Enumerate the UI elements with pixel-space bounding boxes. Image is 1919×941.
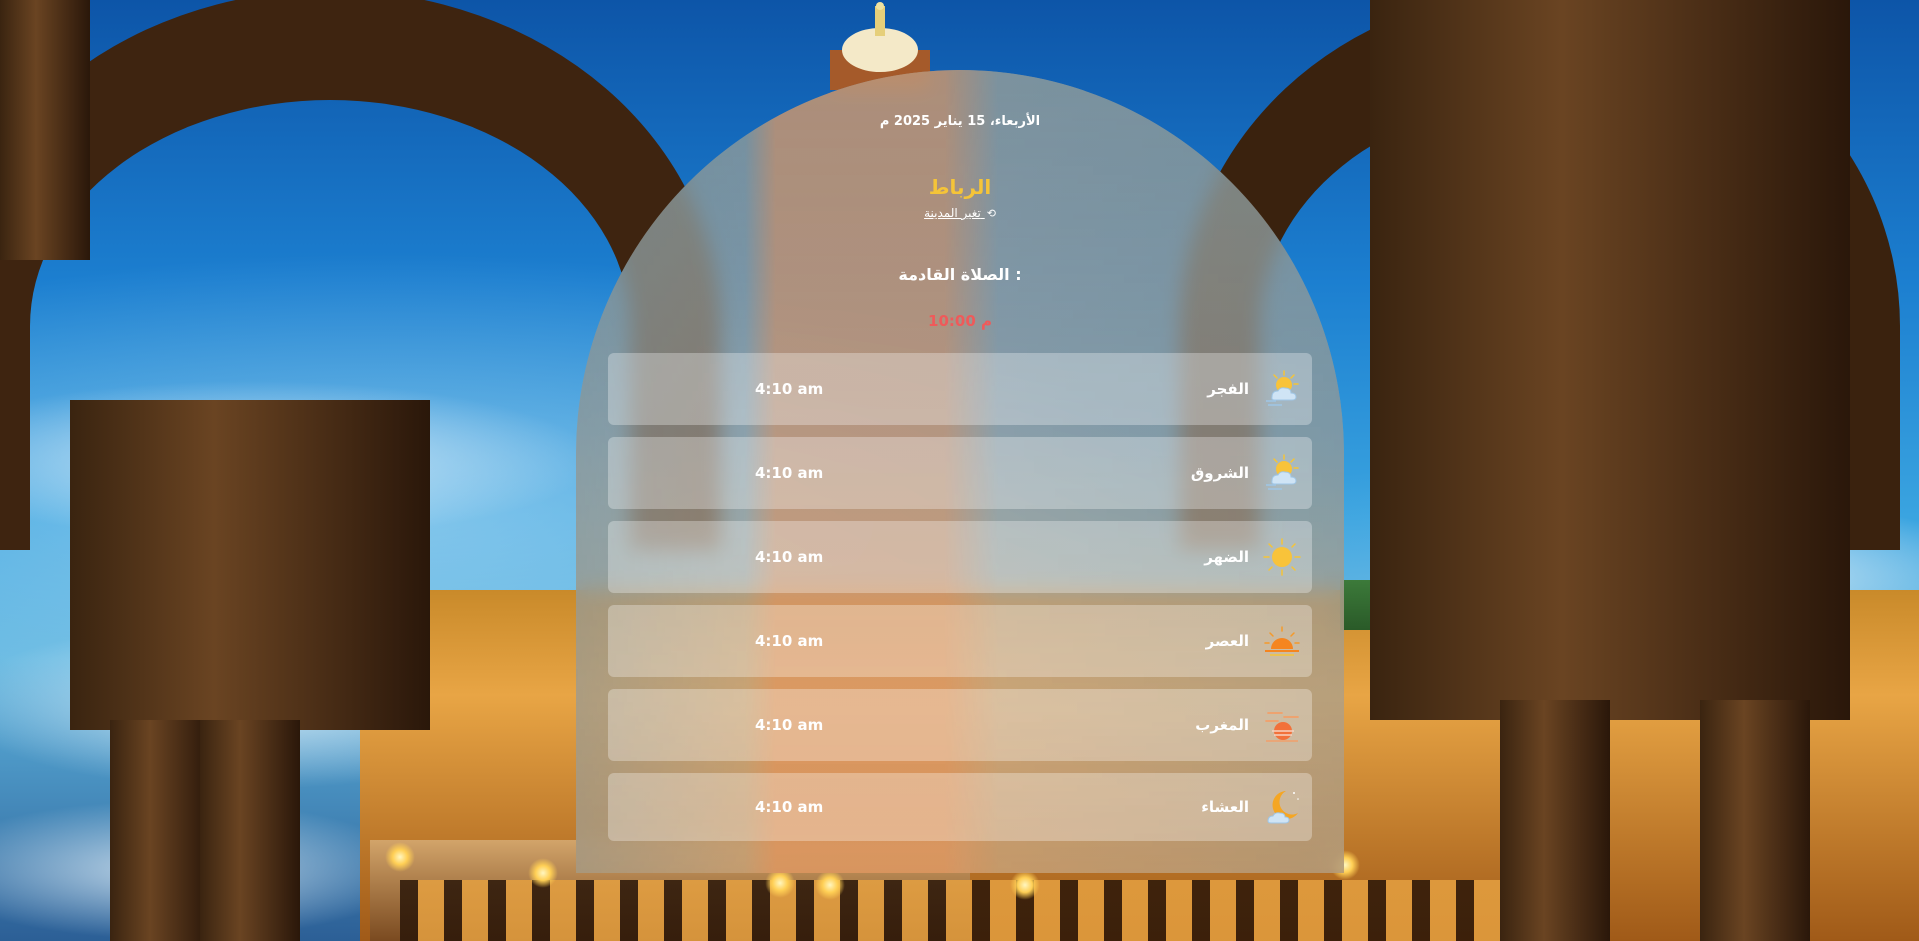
sun-haze-icon [1265, 712, 1299, 742]
prayer-time: 4:10 am [755, 548, 824, 566]
prayer-time: 4:10 am [755, 716, 824, 734]
prayer-list: الفجر 4:10 am الشروق 4:10 am الضهر 4:10 … [608, 353, 1312, 853]
prayer-name: الفجر [1207, 380, 1249, 398]
prayer-name: الشروق [1190, 464, 1249, 482]
prayer-row-shurooq: الشروق 4:10 am [608, 437, 1312, 509]
change-city-label: تغير المدينة [924, 206, 981, 220]
sun-icon [1263, 538, 1301, 576]
next-prayer-time: 10:00 م [928, 312, 992, 330]
prayer-time: 4:10 am [755, 380, 824, 398]
prayer-time: 4:10 am [755, 798, 824, 816]
prayer-row-asr: العصر 4:10 am [608, 605, 1312, 677]
change-city-link[interactable]: تغير المدينة ⟲ [576, 206, 1344, 220]
prayer-time: 4:10 am [755, 632, 824, 650]
refresh-icon: ⟲ [986, 207, 996, 220]
city-name: الرباط [928, 175, 992, 199]
current-date: الأربعاء، 15 يناير 2025 م [879, 114, 1041, 129]
sun-cloud-icon [1266, 454, 1299, 490]
prayer-name: العشاء [1201, 798, 1249, 816]
sun-cloud-icon [1266, 370, 1299, 406]
prayer-row-isha: العشاء 4:10 am [608, 773, 1312, 841]
moon-cloud-icon [1267, 791, 1299, 824]
next-prayer-label: الصلاة القادمة : [898, 265, 1022, 284]
prayer-times-panel: الأربعاء، 15 يناير 2025 م الرباط تغير ال… [576, 70, 1344, 873]
prayer-time: 4:10 am [755, 464, 824, 482]
prayer-row-fajr: الفجر 4:10 am [608, 353, 1312, 425]
prayer-name: العصر [1205, 632, 1249, 650]
prayer-row-dhuhr: الضهر 4:10 am [608, 521, 1312, 593]
sunset-icon [1264, 626, 1300, 656]
prayer-name: المغرب [1195, 716, 1249, 734]
prayer-name: الضهر [1204, 548, 1249, 566]
prayer-row-maghrib: المغرب 4:10 am [608, 689, 1312, 761]
